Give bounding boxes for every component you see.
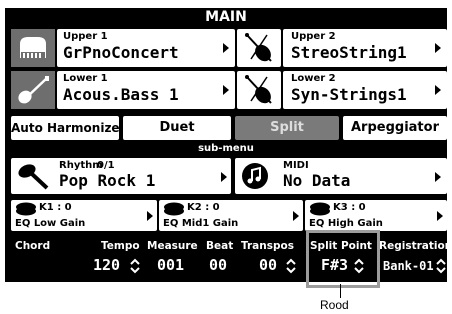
knob-icon bbox=[310, 202, 330, 216]
instrument-screen: MAIN Upper 1 GrPnoConcert Upper 2 StreoS… bbox=[5, 8, 452, 282]
beat-value: 00 bbox=[209, 256, 228, 274]
midi-panel[interactable]: MIDI No Data bbox=[235, 158, 447, 194]
up-down-icon[interactable] bbox=[129, 258, 141, 274]
auto-harmonize-button[interactable]: Auto Harmonize bbox=[11, 116, 120, 140]
rhythm-panel[interactable]: Rhythm 0/1 Pop Rock 1 bbox=[11, 158, 231, 194]
upper1-arrow-icon[interactable] bbox=[223, 43, 229, 53]
upper2-tone-panel[interactable]: Upper 2 StreoString1 bbox=[283, 29, 447, 67]
eq-high-panel[interactable]: K3 : 0 EQ High Gain bbox=[305, 200, 447, 231]
chord-label[interactable]: Chord bbox=[15, 240, 50, 252]
rhythm-name: Pop Rock 1 bbox=[59, 171, 156, 190]
violin-icon bbox=[245, 75, 272, 104]
knob-icon bbox=[164, 202, 184, 216]
lower1-tone-panel[interactable]: Lower 1 Acous.Bass 1 bbox=[57, 71, 235, 109]
eq-high-name: EQ High Gain bbox=[309, 218, 383, 229]
eq-mid1-panel[interactable]: K2 : 0 EQ Mid1 Gain bbox=[159, 200, 303, 231]
screen-title: MAIN bbox=[205, 9, 247, 25]
upper2-tone-name: StreoString1 bbox=[291, 43, 407, 62]
measure-value: 001 bbox=[157, 256, 185, 274]
split-point-highlight bbox=[306, 230, 380, 288]
tempo-label: Tempo bbox=[101, 240, 140, 252]
eq-high-knob-label: K3 : 0 bbox=[333, 202, 366, 213]
guitar-icon bbox=[18, 76, 49, 104]
registration-value[interactable]: Bank-01 bbox=[383, 259, 434, 273]
lower1-tone-name: Acous.Bass 1 bbox=[63, 85, 179, 104]
grand-piano-icon bbox=[20, 37, 46, 58]
violin-icon bbox=[245, 33, 272, 62]
eq-low-arrow-icon[interactable] bbox=[147, 211, 153, 221]
up-down-icon[interactable] bbox=[435, 258, 447, 274]
microphone-icon bbox=[18, 164, 49, 190]
upper1-label: Upper 1 bbox=[63, 31, 108, 42]
lower2-tone-panel[interactable]: Lower 2 Syn-Strings1 bbox=[283, 71, 447, 109]
tempo-value[interactable]: 120 bbox=[93, 256, 120, 274]
transpose-label: Transpos bbox=[241, 240, 294, 252]
midi-label: MIDI bbox=[283, 160, 309, 171]
lower1-arrow-icon[interactable] bbox=[223, 85, 229, 95]
eq-mid1-name: EQ Mid1 Gain bbox=[163, 218, 239, 229]
lower1-tone-icon-box[interactable] bbox=[11, 71, 55, 109]
transpose-value[interactable]: 00 bbox=[259, 256, 277, 274]
upper1-tone-panel[interactable]: Upper 1 GrPnoConcert bbox=[57, 29, 235, 67]
eq-high-arrow-icon[interactable] bbox=[437, 211, 443, 221]
eq-mid1-arrow-icon[interactable] bbox=[293, 211, 299, 221]
lower2-tone-name: Syn-Strings1 bbox=[291, 85, 407, 104]
upper2-arrow-icon[interactable] bbox=[435, 43, 441, 53]
lower2-tone-icon-box[interactable] bbox=[237, 71, 281, 109]
duet-button[interactable]: Duet bbox=[123, 116, 231, 140]
midi-arrow-icon[interactable] bbox=[435, 172, 441, 182]
callout-line bbox=[340, 284, 341, 298]
upper2-tone-icon-box[interactable] bbox=[237, 29, 281, 67]
arpeggiator-button[interactable]: Arpeggiator bbox=[343, 116, 447, 140]
submenu-label: sub-menu bbox=[198, 143, 254, 154]
rhythm-arrow-icon[interactable] bbox=[221, 172, 227, 182]
up-down-icon[interactable] bbox=[285, 258, 297, 274]
split-button[interactable]: Split bbox=[235, 116, 339, 140]
measure-label: Measure bbox=[147, 240, 198, 252]
registration-label: Registration bbox=[379, 240, 452, 252]
music-note-icon bbox=[242, 163, 268, 189]
rhythm-count: 0/1 bbox=[97, 160, 115, 171]
eq-low-name: EQ Low Gain bbox=[15, 218, 86, 229]
upper1-tone-icon-box[interactable] bbox=[11, 29, 55, 67]
lower2-arrow-icon[interactable] bbox=[435, 85, 441, 95]
knob-icon bbox=[16, 202, 36, 216]
eq-mid1-knob-label: K2 : 0 bbox=[187, 202, 220, 213]
beat-label: Beat bbox=[206, 240, 234, 252]
lower2-label: Lower 2 bbox=[291, 73, 336, 84]
midi-value: No Data bbox=[283, 171, 351, 190]
eq-low-knob-label: K1 : 0 bbox=[39, 202, 72, 213]
lower1-label: Lower 1 bbox=[63, 73, 108, 84]
upper1-tone-name: GrPnoConcert bbox=[63, 43, 179, 62]
eq-low-panel[interactable]: K1 : 0 EQ Low Gain bbox=[11, 200, 157, 231]
callout-label: Rood bbox=[320, 298, 349, 312]
upper2-label: Upper 2 bbox=[291, 31, 336, 42]
